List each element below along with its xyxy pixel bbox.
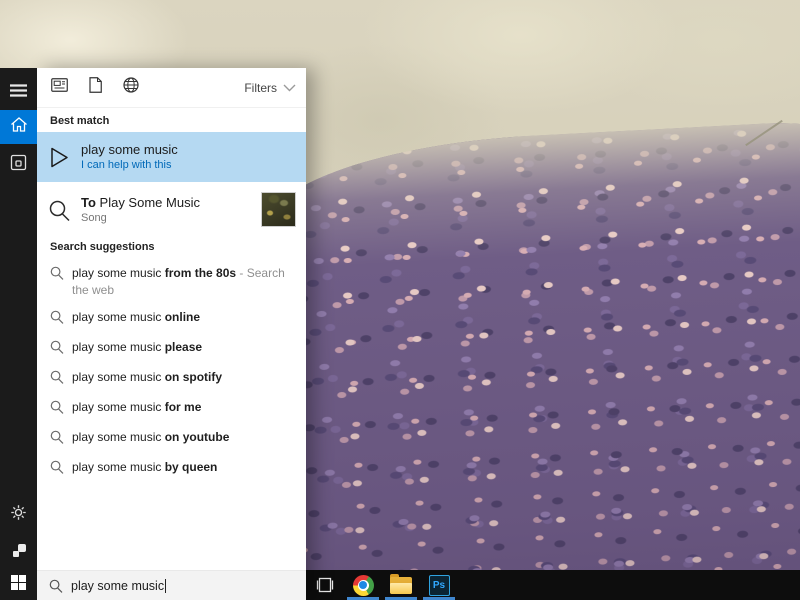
- search-input[interactable]: play some music: [37, 570, 306, 600]
- search-icon: [49, 579, 63, 593]
- search-icon: [50, 340, 72, 359]
- file-explorer-button[interactable]: [382, 570, 420, 600]
- suggestion-item[interactable]: play some music by queen: [37, 454, 306, 484]
- cortana-panel: Filters Best match play some music I can…: [37, 68, 306, 600]
- menu-button[interactable]: [0, 76, 37, 110]
- search-input-value: play some music: [71, 579, 164, 593]
- documents-icon: [89, 77, 102, 98]
- search-suggestions-header: Search suggestions: [50, 241, 155, 253]
- tab-apps[interactable]: [41, 68, 77, 108]
- filters-label: Filters: [244, 81, 277, 95]
- song-subtitle: Song: [81, 211, 200, 225]
- text-caret: [165, 579, 166, 593]
- wallpaper-haze: [261, 118, 800, 600]
- tab-documents[interactable]: [77, 68, 113, 108]
- sidebar-item-home[interactable]: [0, 110, 37, 144]
- search-icon: [50, 370, 72, 389]
- chevron-down-icon: [283, 81, 296, 95]
- best-match-header: Best match: [50, 115, 109, 127]
- suggestion-item[interactable]: play some music please: [37, 334, 306, 364]
- filters-dropdown[interactable]: Filters: [244, 81, 296, 95]
- suggestion-item[interactable]: play some music online: [37, 304, 306, 334]
- search-icon: [37, 199, 81, 222]
- file-explorer-icon: [390, 577, 412, 594]
- sidebar-item-feedback[interactable]: [0, 536, 37, 570]
- wallpaper-pebbles: [261, 118, 800, 600]
- best-match-result[interactable]: play some music I can help with this: [37, 132, 306, 182]
- chrome-icon: [353, 575, 374, 596]
- task-view-button[interactable]: [306, 570, 344, 600]
- suggestion-item[interactable]: play some music on spotify: [37, 364, 306, 394]
- suggestion-item[interactable]: play some music on youtube: [37, 424, 306, 454]
- photoshop-button[interactable]: Ps: [420, 570, 458, 600]
- cortana-sidebar: [0, 68, 37, 600]
- photoshop-icon: Ps: [429, 575, 450, 596]
- best-match-title: play some music: [81, 142, 178, 158]
- home-icon: [10, 116, 28, 138]
- suggestion-item[interactable]: play some music for me: [37, 394, 306, 424]
- album-art-thumbnail: [262, 193, 295, 226]
- song-title: To Play Some Music: [81, 195, 200, 211]
- sidebar-item-notebook[interactable]: [0, 148, 37, 182]
- suggestion-list: play some music from the 80s - Search th…: [37, 260, 306, 484]
- play-icon: [37, 147, 81, 168]
- suggestion-item[interactable]: play some music from the 80s - Search th…: [37, 260, 306, 304]
- search-icon: [50, 430, 72, 449]
- feedback-icon: [11, 543, 27, 564]
- search-icon: [50, 460, 72, 479]
- notebook-icon: [10, 154, 27, 176]
- best-match-subtitle: I can help with this: [81, 158, 178, 172]
- search-icon: [50, 400, 72, 419]
- chrome-button[interactable]: [344, 570, 382, 600]
- apps-icon: [51, 78, 68, 97]
- taskbar-apps: Ps: [306, 570, 800, 600]
- search-icon: [50, 310, 72, 329]
- windows-logo-icon: [11, 575, 26, 595]
- hamburger-icon: [10, 84, 27, 102]
- filter-bar: Filters: [37, 68, 306, 108]
- web-icon: [123, 77, 139, 98]
- search-icon: [50, 266, 72, 285]
- sidebar-item-settings[interactable]: [0, 498, 37, 532]
- start-button[interactable]: [0, 570, 37, 600]
- tab-web[interactable]: [113, 68, 149, 108]
- song-result[interactable]: To Play Some Music Song: [37, 185, 306, 235]
- task-view-icon: [315, 577, 335, 593]
- desktop: Ps: [0, 0, 800, 600]
- gear-icon: [10, 504, 27, 526]
